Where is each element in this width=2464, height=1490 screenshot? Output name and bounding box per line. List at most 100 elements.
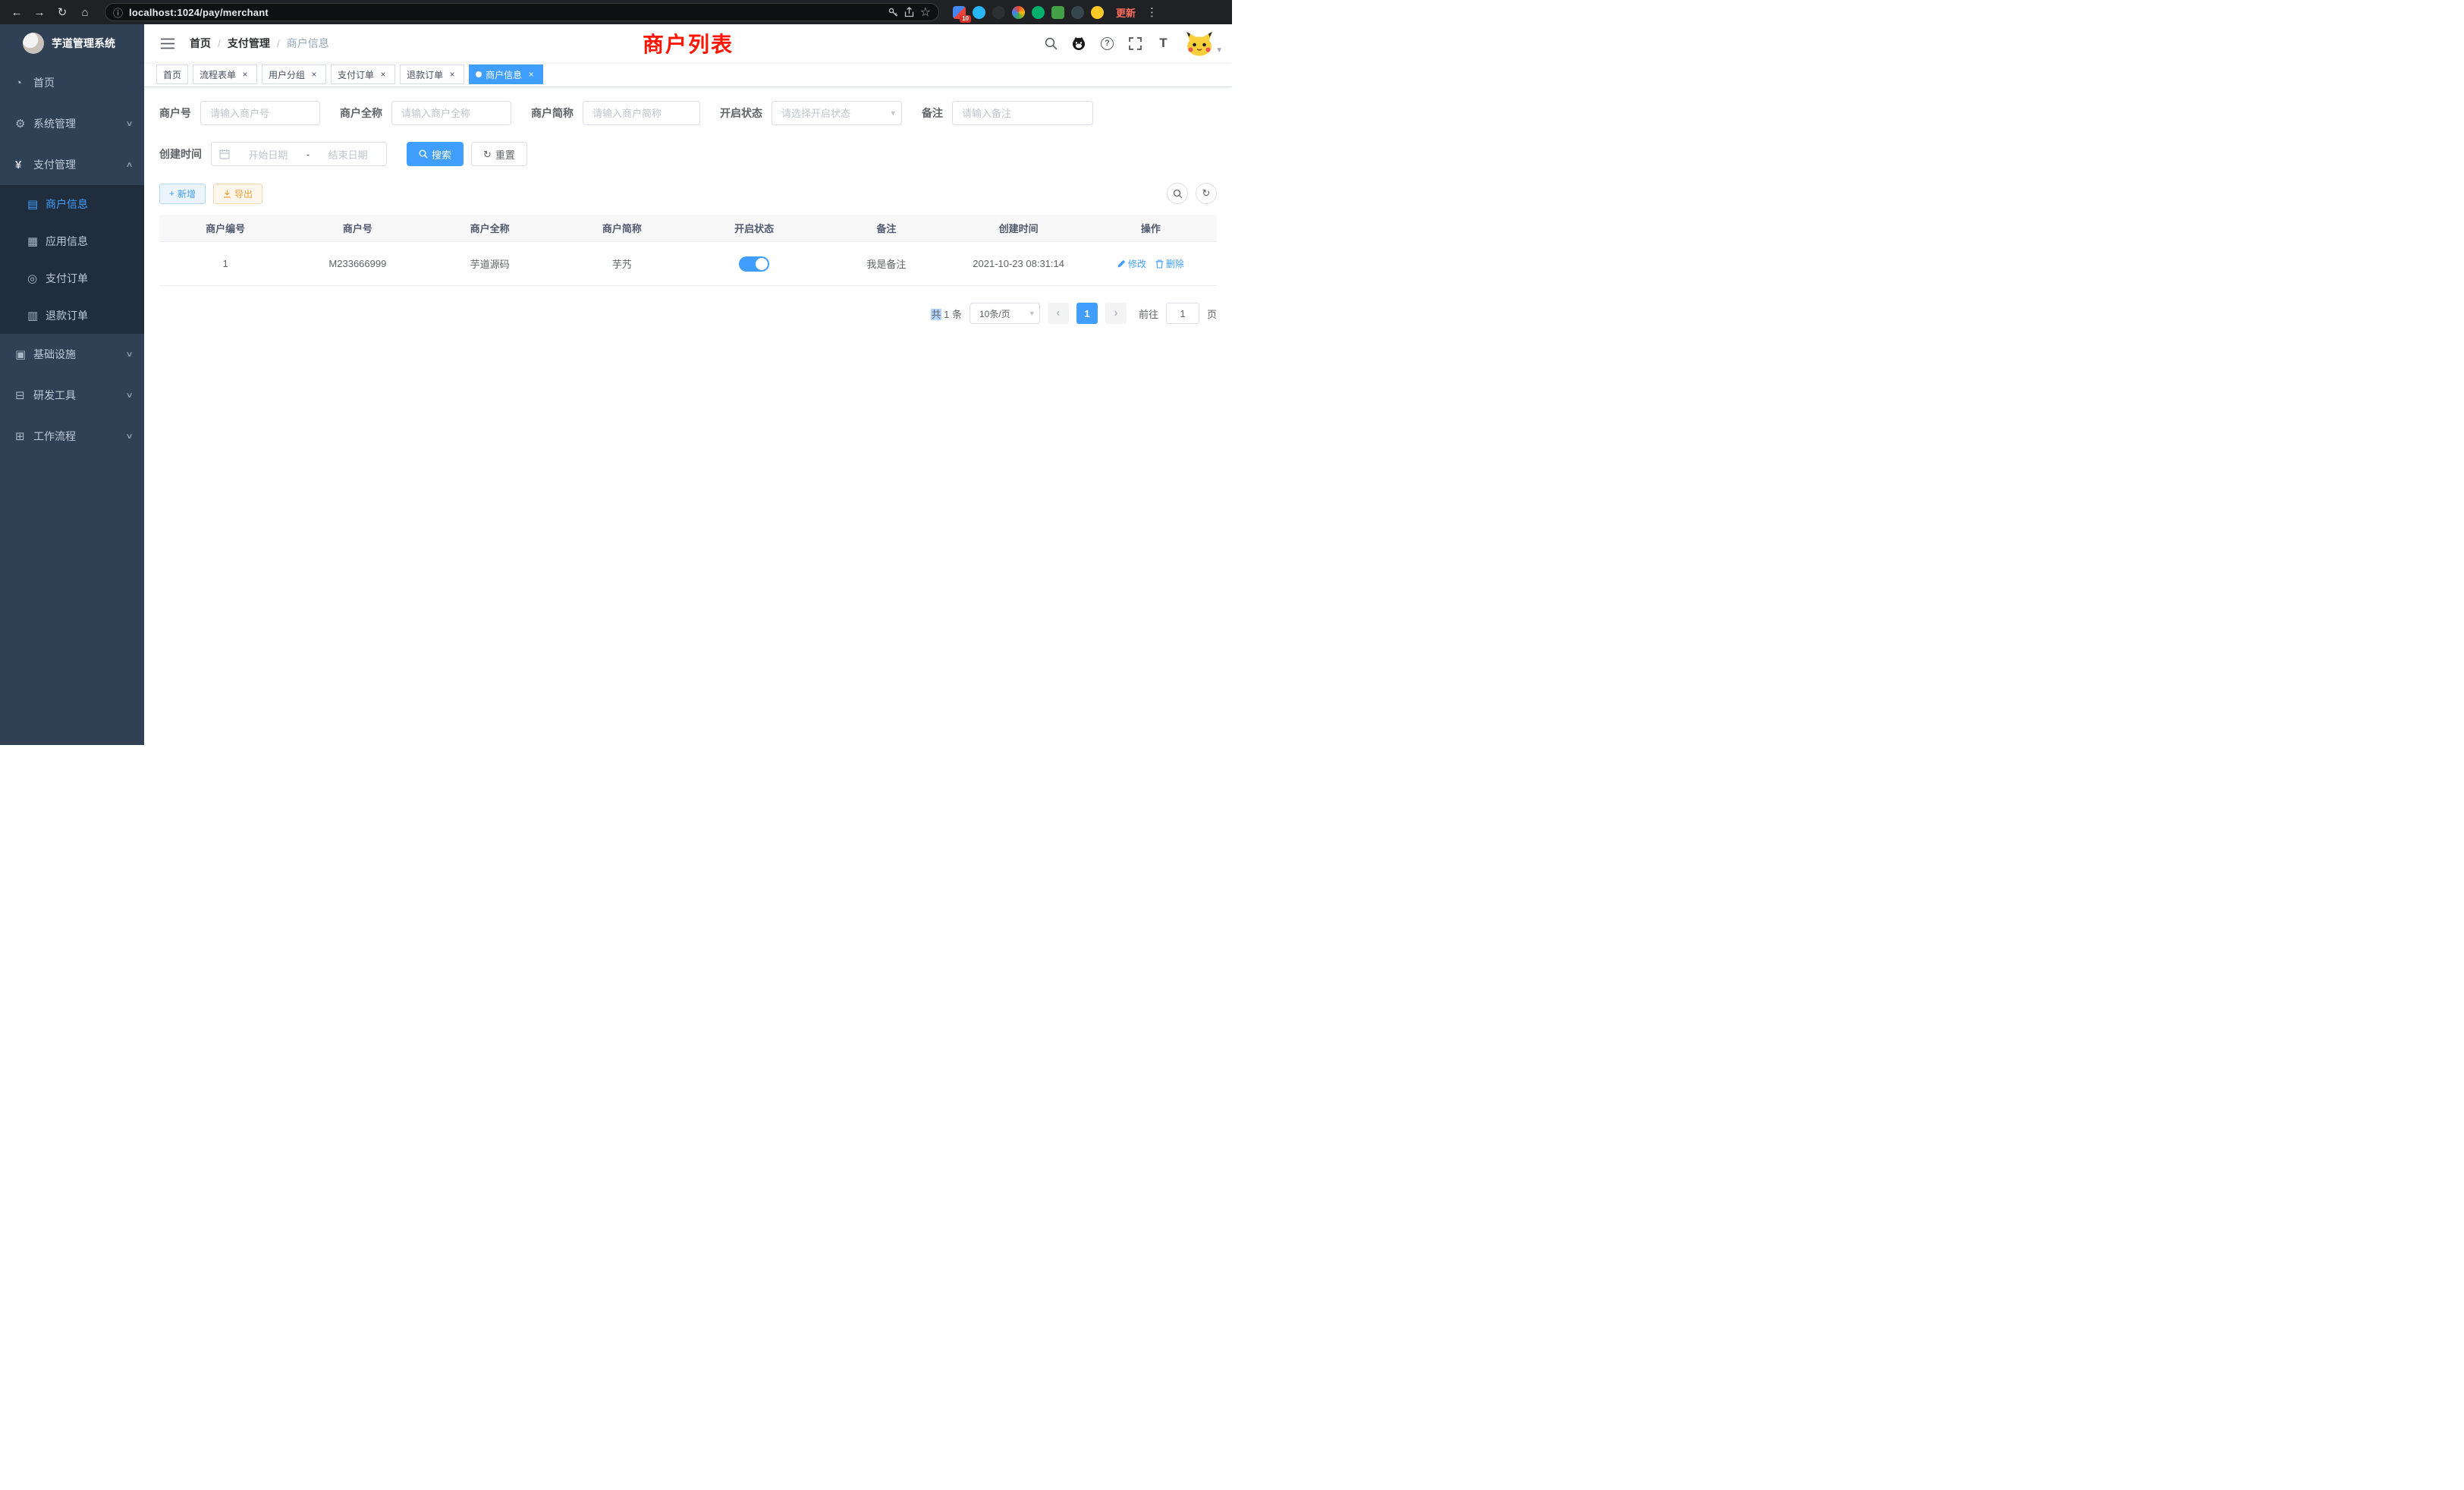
payment-submenu: ▤ 商户信息 ▦ 应用信息 ◎ 支付订单 ▥ 退款订单 (0, 185, 144, 334)
sidebar-fold-icon[interactable] (155, 30, 181, 56)
help-icon[interactable]: ? (1098, 34, 1116, 52)
address-bar[interactable]: ⓘ localhost:1024/pay/merchant ☆ (105, 3, 939, 21)
close-icon[interactable]: × (526, 69, 536, 80)
merchant-no-input[interactable] (200, 101, 320, 125)
extension-icon[interactable] (1012, 6, 1025, 19)
search-button[interactable]: 搜索 (407, 142, 464, 166)
column-header: 创建时间 (953, 221, 1085, 235)
extension-icon[interactable] (1032, 6, 1045, 19)
table-toolbar: + 新增 导出 ↻ (159, 183, 1217, 204)
tab-pay-order[interactable]: 支付订单 × (331, 64, 395, 84)
start-date-placeholder[interactable]: 开始日期 (237, 147, 299, 162)
tab-refund-order[interactable]: 退款订单 × (400, 64, 464, 84)
date-range-picker[interactable]: 开始日期 - 结束日期 (211, 142, 387, 166)
extension-icon[interactable] (992, 6, 1005, 19)
extension-icon[interactable] (973, 6, 985, 19)
sidebar-item-home[interactable]: ◔ 首页 (0, 62, 144, 103)
sidebar-item-merchant-info[interactable]: ▤ 商户信息 (0, 185, 144, 222)
site-info-icon[interactable]: ⓘ (113, 5, 123, 20)
close-icon[interactable]: × (309, 69, 319, 80)
end-date-placeholder[interactable]: 结束日期 (317, 147, 379, 162)
password-key-icon[interactable] (888, 7, 898, 17)
field-label: 创建时间 (159, 146, 211, 162)
download-icon (223, 190, 231, 198)
page-number-current[interactable]: 1 (1076, 303, 1098, 324)
tab-process-form[interactable]: 流程表单 × (193, 64, 257, 84)
bookmark-star-icon[interactable]: ☆ (920, 5, 931, 20)
status-select-input[interactable] (772, 101, 902, 125)
active-tab-dot (476, 71, 482, 77)
tab-home[interactable]: 首页 (156, 64, 188, 84)
delete-link[interactable]: 删除 (1155, 257, 1184, 270)
tab-merchant-info[interactable]: 商户信息 × (469, 64, 543, 84)
column-header: 操作 (1085, 221, 1217, 235)
column-header: 商户号 (291, 221, 423, 235)
browser-forward-icon[interactable]: → (30, 3, 49, 21)
github-icon[interactable] (1070, 34, 1088, 52)
filter-create-time: 创建时间 开始日期 - 结束日期 (159, 142, 387, 166)
pagination: 共 1 条 ▾ ‹ 1 › 前往 页 (159, 303, 1217, 324)
page-content: 商户号 商户全称 商户简称 开启状态 (144, 87, 1232, 745)
share-icon[interactable] (904, 7, 914, 17)
delete-link-label: 删除 (1166, 257, 1184, 270)
sidebar-item-system[interactable]: ⚙ 系统管理 ∨ (0, 103, 144, 144)
sidebar-item-label: 退款订单 (46, 308, 132, 323)
sidebar-item-app-info[interactable]: ▦ 应用信息 (0, 222, 144, 259)
card-icon: ▤ (27, 197, 46, 211)
tab-user-group[interactable]: 用户分组 × (262, 64, 326, 84)
status-select[interactable]: ▾ (772, 101, 902, 125)
monitor-icon: ▣ (15, 347, 33, 361)
browser-back-icon[interactable]: ← (8, 3, 26, 21)
remark-input[interactable] (952, 101, 1093, 125)
full-name-input[interactable] (391, 101, 511, 125)
font-size-icon[interactable]: T (1154, 34, 1172, 52)
sidebar-item-pay-order[interactable]: ◎ 支付订单 (0, 259, 144, 297)
page-annotation: 商户列表 (643, 28, 734, 58)
next-page-button[interactable]: › (1105, 303, 1127, 324)
cell-create-time: 2021-10-23 08:31:14 (953, 258, 1085, 269)
browser-update-button[interactable]: 更新 (1116, 5, 1136, 20)
cell-remark: 我是备注 (820, 256, 952, 271)
reset-button[interactable]: ↻ 重置 (471, 142, 527, 166)
sidebar-item-dev-tools[interactable]: ⊟ 研发工具 ∨ (0, 375, 144, 416)
status-toggle[interactable] (739, 256, 769, 272)
user-avatar[interactable]: ▾ (1185, 30, 1221, 56)
sidebar-item-workflow[interactable]: ⊞ 工作流程 ∨ (0, 416, 144, 457)
app-logo[interactable]: 芋道管理系统 (0, 24, 144, 62)
chevron-up-icon: ∧ (125, 161, 133, 169)
extension-icon[interactable] (1051, 6, 1064, 19)
goto-page-input[interactable] (1166, 303, 1199, 324)
export-button[interactable]: 导出 (213, 184, 262, 204)
sidebar-item-refund-order[interactable]: ▥ 退款订单 (0, 297, 144, 334)
page-size-select[interactable]: ▾ (970, 303, 1040, 324)
table-row: 1 M233666999 芋道源码 芋艿 我是备注 2021-10-23 08:… (159, 242, 1217, 286)
breadcrumb-item[interactable]: 支付管理 (228, 36, 270, 51)
extension-icon[interactable]: 10 (953, 6, 966, 19)
close-icon[interactable]: × (447, 69, 457, 80)
url-text[interactable]: localhost:1024/pay/merchant (129, 7, 882, 18)
filter-remark: 备注 (922, 101, 1093, 125)
cell-short-name: 芋艿 (556, 256, 688, 271)
extension-icon[interactable] (1071, 6, 1084, 19)
fullscreen-icon[interactable] (1126, 34, 1144, 52)
add-button[interactable]: + 新增 (159, 184, 206, 204)
close-icon[interactable]: × (240, 69, 250, 80)
browser-reload-icon[interactable]: ↻ (53, 3, 71, 21)
close-icon[interactable]: × (378, 69, 388, 80)
refresh-table-button[interactable]: ↻ (1196, 183, 1217, 204)
page-size-input[interactable] (970, 303, 1040, 324)
browser-home-icon[interactable]: ⌂ (76, 3, 94, 21)
plus-icon: + (169, 188, 174, 199)
extension-icon[interactable] (1091, 6, 1104, 19)
browser-menu-icon[interactable]: ⋮ (1146, 5, 1158, 19)
prev-page-button[interactable]: ‹ (1048, 303, 1069, 324)
sidebar-item-infrastructure[interactable]: ▣ 基础设施 ∨ (0, 334, 144, 375)
breadcrumb-item[interactable]: 首页 (190, 36, 211, 51)
sidebar-item-payment[interactable]: ¥ 支付管理 ∧ (0, 144, 144, 185)
short-name-input[interactable] (583, 101, 700, 125)
edit-link[interactable]: 修改 (1117, 257, 1146, 270)
goto-label: 前往 (1139, 306, 1158, 321)
table-header: 商户编号 商户号 商户全称 商户简称 开启状态 备注 创建时间 操作 (159, 215, 1217, 242)
search-icon[interactable] (1042, 34, 1060, 52)
toggle-search-button[interactable] (1167, 183, 1188, 204)
